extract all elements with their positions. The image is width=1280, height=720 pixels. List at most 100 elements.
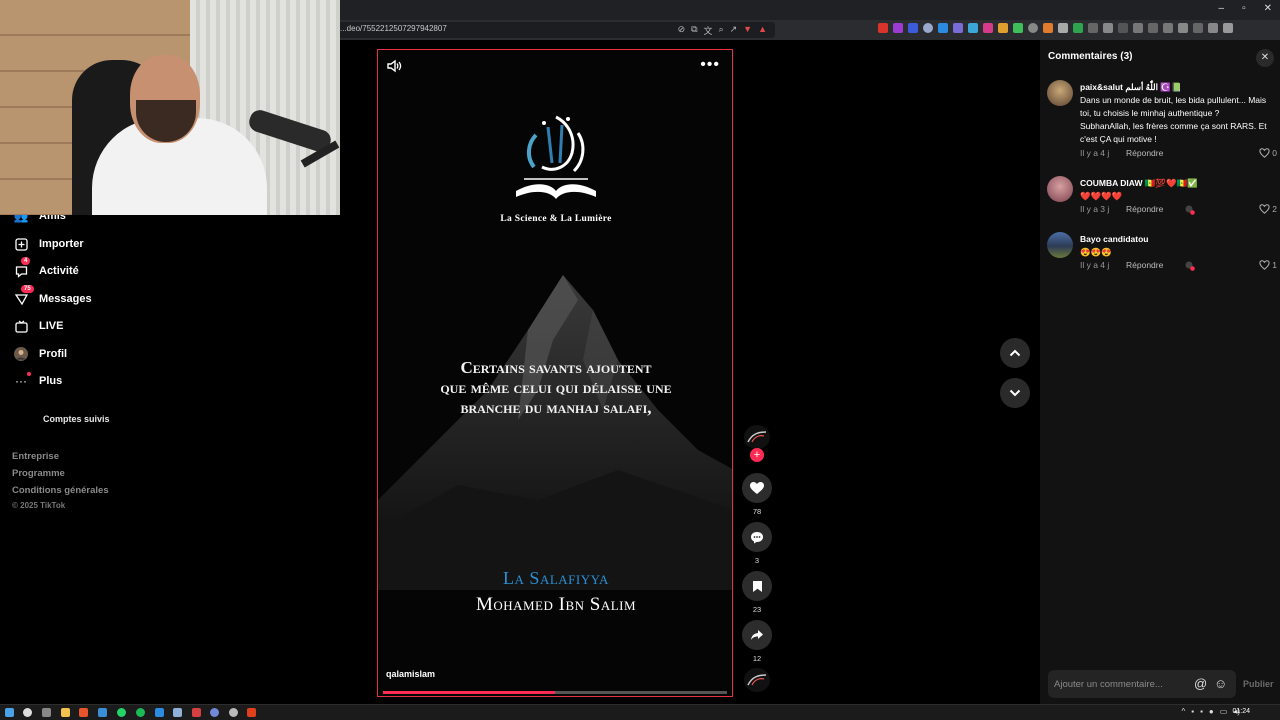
follow-plus-button[interactable]: + bbox=[750, 448, 764, 462]
footer-link-terms[interactable]: Conditions générales bbox=[12, 485, 109, 496]
activity-badge: 4 bbox=[21, 257, 31, 265]
no-tracking-icon[interactable]: ⊘ bbox=[678, 24, 686, 37]
comment-like-button[interactable]: 0 bbox=[1259, 148, 1277, 158]
media-control-icon[interactable] bbox=[1133, 23, 1143, 33]
sound-disc-icon[interactable] bbox=[744, 668, 770, 692]
extension-icon[interactable] bbox=[923, 23, 933, 33]
video-author[interactable]: qalamislam bbox=[386, 669, 435, 679]
avatar[interactable] bbox=[1047, 176, 1073, 202]
extension-icon[interactable] bbox=[893, 23, 903, 33]
tray-arrow-icon[interactable]: ^ bbox=[1181, 707, 1185, 716]
video-title-line1: La Salafiyya bbox=[503, 568, 609, 588]
comment-username[interactable]: Bayo candidatou bbox=[1080, 234, 1148, 244]
sidebar-toggle-icon[interactable] bbox=[1148, 23, 1158, 33]
footer-link-program[interactable]: Programme bbox=[12, 468, 65, 479]
comment-text: Dans un monde de bruit, les bida pullule… bbox=[1080, 95, 1267, 144]
os-taskbar: ^ ▪ ▪ ● ▭ ◂) 01:24 bbox=[0, 704, 1280, 720]
browser-menu-icon[interactable] bbox=[1223, 23, 1233, 33]
search-icon[interactable] bbox=[23, 708, 32, 717]
reply-button[interactable]: Répondre bbox=[1126, 204, 1163, 214]
tray-app-icon[interactable]: ▪ bbox=[1200, 707, 1203, 716]
left-sidebar: 👥 Amis Importer 4 Activité 75 Messages L… bbox=[0, 205, 200, 705]
extension-icon[interactable] bbox=[1043, 23, 1053, 33]
bookmarks-icon[interactable] bbox=[1163, 23, 1173, 33]
obs-icon[interactable] bbox=[229, 708, 238, 717]
extension-icon[interactable] bbox=[998, 23, 1008, 33]
steam-icon[interactable] bbox=[173, 708, 182, 717]
discord-icon[interactable] bbox=[210, 708, 219, 717]
comment-like-button[interactable]: 1 bbox=[1259, 260, 1277, 270]
app-taskbar-icon[interactable] bbox=[98, 708, 107, 717]
reply-button[interactable]: Répondre bbox=[1126, 148, 1163, 158]
comment-username[interactable]: paix&salut اللّٰهُ أسلم ☪️📗 bbox=[1080, 82, 1182, 93]
zoom-icon[interactable]: ⌕ bbox=[719, 24, 724, 37]
more-options-icon[interactable]: ••• bbox=[700, 56, 720, 74]
extension-icon[interactable] bbox=[1103, 23, 1113, 33]
comment-button[interactable] bbox=[742, 522, 772, 552]
extension-icon[interactable] bbox=[908, 23, 918, 33]
volume-icon[interactable] bbox=[386, 58, 402, 74]
tray-app-icon[interactable]: ▪ bbox=[1191, 707, 1194, 716]
shield-icon[interactable] bbox=[1208, 23, 1218, 33]
extension-icon[interactable] bbox=[938, 23, 948, 33]
channel-logo bbox=[516, 115, 596, 199]
network-icon[interactable]: ▭ bbox=[1220, 707, 1228, 716]
maximize-button[interactable]: ▫ bbox=[1242, 3, 1246, 14]
file-explorer-icon[interactable] bbox=[61, 708, 70, 717]
extension-icon[interactable] bbox=[1073, 23, 1083, 33]
previous-video-button[interactable] bbox=[1000, 338, 1030, 368]
app-taskbar-icon[interactable] bbox=[192, 708, 201, 717]
emoji-icon[interactable]: ☺ bbox=[1214, 676, 1227, 691]
translate-icon[interactable]: 文 bbox=[704, 24, 713, 37]
creator-avatar[interactable] bbox=[744, 425, 770, 449]
sidebar-item-upload[interactable]: Importer bbox=[14, 234, 84, 254]
video-progress-bar[interactable] bbox=[383, 691, 727, 694]
share-button[interactable] bbox=[742, 620, 772, 650]
close-comments-button[interactable]: ✕ bbox=[1256, 49, 1274, 67]
mention-icon[interactable]: @ bbox=[1194, 676, 1207, 691]
extension-icon[interactable] bbox=[1028, 23, 1038, 33]
spotify-icon[interactable] bbox=[136, 708, 145, 717]
wallet-icon[interactable] bbox=[1178, 23, 1188, 33]
app-taskbar-icon[interactable] bbox=[247, 708, 256, 717]
publish-button[interactable]: Publier bbox=[1243, 679, 1274, 689]
vpn-icon[interactable] bbox=[1193, 23, 1203, 33]
comment-like-button[interactable]: 2 bbox=[1259, 204, 1277, 214]
brave-shield-icon[interactable]: ▼ bbox=[743, 24, 752, 37]
app-taskbar-icon[interactable] bbox=[155, 708, 164, 717]
tray-app-icon[interactable]: ● bbox=[1209, 707, 1214, 716]
minimize-button[interactable]: – bbox=[1219, 3, 1225, 14]
like-button[interactable] bbox=[742, 473, 772, 503]
extension-icon[interactable] bbox=[968, 23, 978, 33]
extensions-menu-icon[interactable] bbox=[1118, 23, 1128, 33]
browser-taskbar-icon[interactable] bbox=[79, 708, 88, 717]
start-menu-icon[interactable] bbox=[5, 708, 14, 717]
task-view-icon[interactable] bbox=[42, 708, 51, 717]
comment-username[interactable]: COUMBA DIAW 🇸🇳💯❤️🇸🇳✅ bbox=[1080, 178, 1198, 189]
extension-icon[interactable] bbox=[1088, 23, 1098, 33]
extension-icon[interactable] bbox=[1013, 23, 1023, 33]
extension-icon[interactable] bbox=[953, 23, 963, 33]
extension-icon[interactable] bbox=[878, 23, 888, 33]
sidebar-item-activity[interactable]: 4 Activité bbox=[14, 257, 79, 281]
sidebar-item-live[interactable]: LIVE bbox=[14, 316, 63, 336]
sidebar-item-messages[interactable]: 75 Messages bbox=[14, 285, 92, 309]
save-button[interactable] bbox=[742, 571, 772, 601]
next-video-button[interactable] bbox=[1000, 378, 1030, 408]
comment-input[interactable] bbox=[1054, 676, 1184, 692]
video-player[interactable]: ••• La Science & La Lumière Certains sav… bbox=[377, 49, 733, 697]
avatar[interactable] bbox=[1047, 80, 1073, 106]
extension-icon[interactable] bbox=[983, 23, 993, 33]
avatar[interactable] bbox=[1047, 232, 1073, 258]
close-window-button[interactable]: ✕ bbox=[1264, 3, 1272, 14]
whatsapp-icon[interactable] bbox=[117, 708, 126, 717]
address-bar[interactable]: ...deo/7552212507297942807 ⊘ ⧉ 文 ⌕ ↗ ▼ ▲ bbox=[330, 22, 775, 38]
open-external-icon[interactable]: ⧉ bbox=[691, 24, 697, 37]
footer-link-business[interactable]: Entreprise bbox=[12, 451, 59, 462]
extension-icon[interactable] bbox=[1058, 23, 1068, 33]
brave-rewards-icon[interactable]: ▲ bbox=[758, 24, 767, 37]
reply-button[interactable]: Répondre bbox=[1126, 260, 1163, 270]
sidebar-item-more[interactable]: ··· Plus bbox=[14, 371, 62, 391]
sidebar-item-profile[interactable]: Profil bbox=[14, 344, 67, 364]
share-page-icon[interactable]: ↗ bbox=[730, 24, 738, 37]
